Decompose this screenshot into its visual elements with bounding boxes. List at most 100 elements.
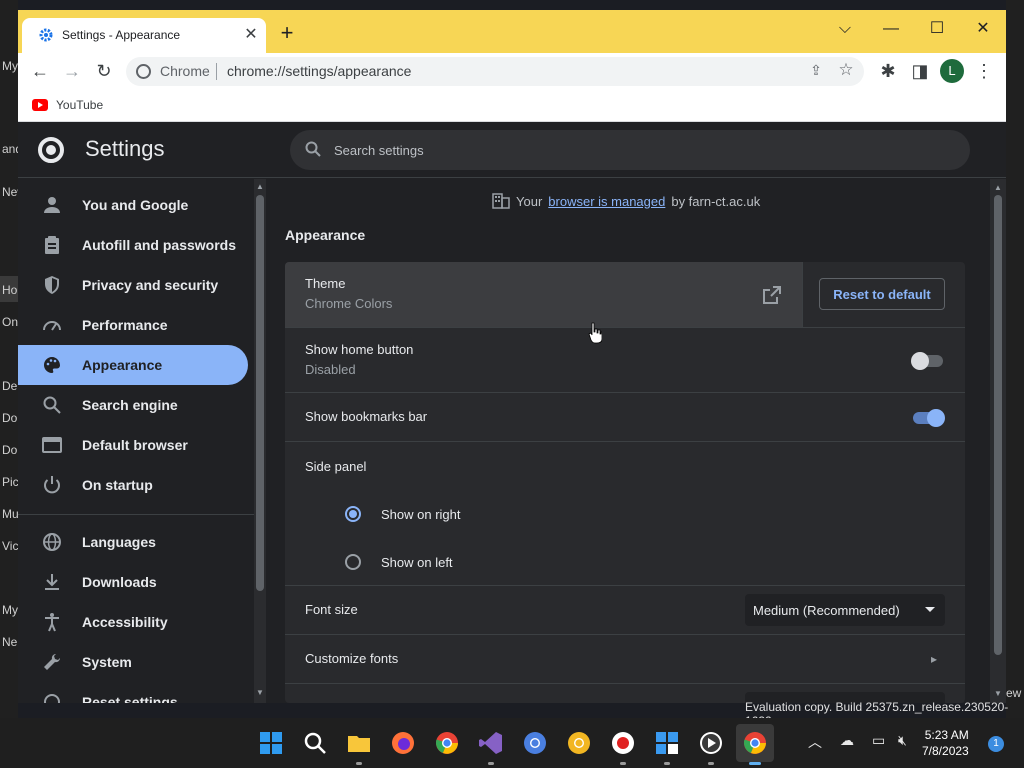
- close-tab-icon[interactable]: ✕: [242, 26, 260, 44]
- bookmarks-bar-label: Show bookmarks bar: [305, 409, 428, 424]
- browser-icon: [42, 437, 62, 453]
- file-explorer-icon[interactable]: [346, 730, 372, 756]
- notification-badge[interactable]: 1: [988, 736, 1004, 752]
- search-input[interactable]: [334, 139, 934, 161]
- font-size-value: Medium (Recommended): [753, 603, 900, 618]
- sidebar-item-search-engine[interactable]: Search engine: [18, 385, 248, 425]
- sidebar-scrollbar[interactable]: ▲ ▼: [254, 179, 266, 703]
- chrome-active-icon[interactable]: [742, 730, 768, 756]
- menu-icon[interactable]: ⋮: [972, 59, 996, 83]
- theme-value: Chrome Colors: [305, 296, 393, 311]
- minimize-button[interactable]: —: [868, 14, 914, 44]
- running-indicator: [620, 762, 626, 765]
- sidebar-item-label: Downloads: [82, 574, 157, 590]
- reset-to-default-button[interactable]: Reset to default: [819, 278, 945, 310]
- sidebar-scroll-thumb[interactable]: [256, 195, 264, 591]
- show-on-right-label[interactable]: Show on right: [381, 507, 461, 522]
- bookmarks-bar-row[interactable]: Show bookmarks bar: [285, 392, 965, 441]
- back-icon[interactable]: ←: [28, 59, 52, 83]
- font-size-select[interactable]: Medium (Recommended): [745, 594, 945, 626]
- scroll-down-arrow-icon[interactable]: ▼: [994, 689, 1002, 698]
- chevron-up-icon[interactable]: ︿: [808, 732, 822, 752]
- new-tab-button[interactable]: +: [276, 22, 298, 44]
- chrome-logo-icon: [38, 137, 64, 163]
- main-scrollbar[interactable]: ▲ ▼: [990, 179, 1006, 703]
- scroll-up-arrow-icon[interactable]: ▲: [256, 183, 264, 191]
- sidebar-item-performance[interactable]: Performance: [18, 305, 248, 345]
- maximize-button[interactable]: ☐: [914, 14, 960, 44]
- profile-avatar[interactable]: L: [940, 59, 964, 83]
- main-scroll-thumb[interactable]: [994, 195, 1002, 655]
- share-icon[interactable]: ⇪: [806, 62, 826, 82]
- desktop-text-fragment: Mu: [2, 507, 19, 521]
- visual-studio-icon[interactable]: [478, 730, 504, 756]
- browser-window: Settings - Appearance ✕ + ⌵ — ☐ ✕ ← → ↻ …: [18, 10, 1006, 703]
- scroll-down-arrow-icon[interactable]: ▼: [256, 689, 264, 697]
- sidebar-item-accessibility[interactable]: Accessibility: [18, 602, 248, 642]
- firefox-icon[interactable]: [390, 730, 416, 756]
- record-icon[interactable]: [610, 730, 636, 756]
- sidebar-item-label: On startup: [82, 477, 153, 493]
- sidebar-item-you-and-google[interactable]: You and Google: [18, 185, 248, 225]
- sidebar-item-languages[interactable]: Languages: [18, 522, 248, 562]
- extensions-icon[interactable]: ✱: [876, 59, 900, 83]
- open-in-new-icon[interactable]: [761, 284, 783, 306]
- close-window-button[interactable]: ✕: [960, 14, 1006, 44]
- chrome-canary-icon[interactable]: [566, 730, 592, 756]
- sidebar-item-downloads[interactable]: Downloads: [18, 562, 248, 602]
- tab-strip: Settings - Appearance ✕ + ⌵ — ☐ ✕: [18, 10, 1006, 53]
- volume-muted-icon[interactable]: 🔇︎: [898, 732, 907, 749]
- sidebar-item-reset[interactable]: Reset settings: [18, 682, 248, 703]
- chevron-right-icon: ▸: [931, 652, 938, 666]
- reload-icon[interactable]: ↻: [92, 59, 116, 83]
- bookmark-star-icon[interactable]: ☆: [836, 60, 856, 82]
- media-player-icon[interactable]: [698, 730, 724, 756]
- forward-icon[interactable]: →: [60, 59, 84, 83]
- sidebar-item-label: Autofill and passwords: [82, 237, 237, 253]
- theme-row[interactable]: Theme Chrome Colors Reset to default: [285, 262, 965, 327]
- download-icon: [45, 574, 59, 590]
- sidebar-item-appearance[interactable]: Appearance: [18, 345, 248, 385]
- sidebar-item-on-startup[interactable]: On startup: [18, 465, 248, 505]
- address-url[interactable]: chrome://settings/appearance: [227, 63, 411, 79]
- search-icon: [305, 141, 321, 157]
- palette-icon: [44, 357, 60, 373]
- app-window-icon[interactable]: [654, 730, 680, 756]
- side-panel-icon[interactable]: ◨: [908, 59, 932, 83]
- windows-start-icon[interactable]: [258, 730, 284, 756]
- sidebar-item-autofill[interactable]: Autofill and passwords: [18, 225, 248, 265]
- search-icon[interactable]: [302, 730, 328, 756]
- clock-time: 5:23 AM: [924, 728, 969, 742]
- tab-search-button[interactable]: ⌵: [822, 14, 868, 44]
- cloud-offline-icon[interactable]: ☁: [840, 732, 854, 749]
- building-icon: [492, 193, 510, 209]
- sidebar-item-system[interactable]: System: [18, 642, 248, 682]
- sidebar-item-privacy[interactable]: Privacy and security: [18, 265, 248, 305]
- managed-suffix: by farn-ct.ac.uk: [671, 193, 761, 209]
- show-on-right-radio[interactable]: [345, 506, 361, 522]
- bookmarks-bar: YouTube: [18, 90, 1006, 122]
- desktop-text-fragment: ew: [1006, 686, 1022, 700]
- address-bar[interactable]: Chrome chrome://settings/appearance ⇪ ☆: [126, 57, 864, 86]
- network-icon[interactable]: ▭: [872, 732, 885, 749]
- chrome-beta-icon[interactable]: [522, 730, 548, 756]
- sidebar-item-default-browser[interactable]: Default browser: [18, 425, 248, 465]
- person-icon: [44, 197, 60, 213]
- bookmark-youtube[interactable]: YouTube: [32, 98, 103, 112]
- search-settings-box[interactable]: [290, 130, 970, 170]
- managed-prefix: Your: [516, 193, 543, 209]
- sidebar-item-label: System: [82, 654, 132, 670]
- chrome-icon[interactable]: [434, 730, 460, 756]
- tab-settings-appearance[interactable]: Settings - Appearance ✕: [22, 18, 266, 53]
- home-button-toggle[interactable]: [911, 352, 943, 370]
- youtube-icon: [32, 99, 48, 111]
- show-on-left-radio[interactable]: [345, 554, 361, 570]
- show-on-left-label[interactable]: Show on left: [381, 555, 453, 570]
- bookmarks-bar-toggle[interactable]: [913, 409, 945, 427]
- home-button-row[interactable]: Show home button Disabled: [285, 327, 965, 392]
- scroll-up-arrow-icon[interactable]: ▲: [994, 183, 1002, 192]
- customize-fonts-row[interactable]: Customize fonts ▸: [285, 634, 965, 683]
- system-clock[interactable]: 5:23 AM 7/8/2023: [922, 727, 969, 759]
- managed-link[interactable]: browser is managed: [548, 194, 665, 209]
- sidebar-item-label: Privacy and security: [82, 277, 219, 293]
